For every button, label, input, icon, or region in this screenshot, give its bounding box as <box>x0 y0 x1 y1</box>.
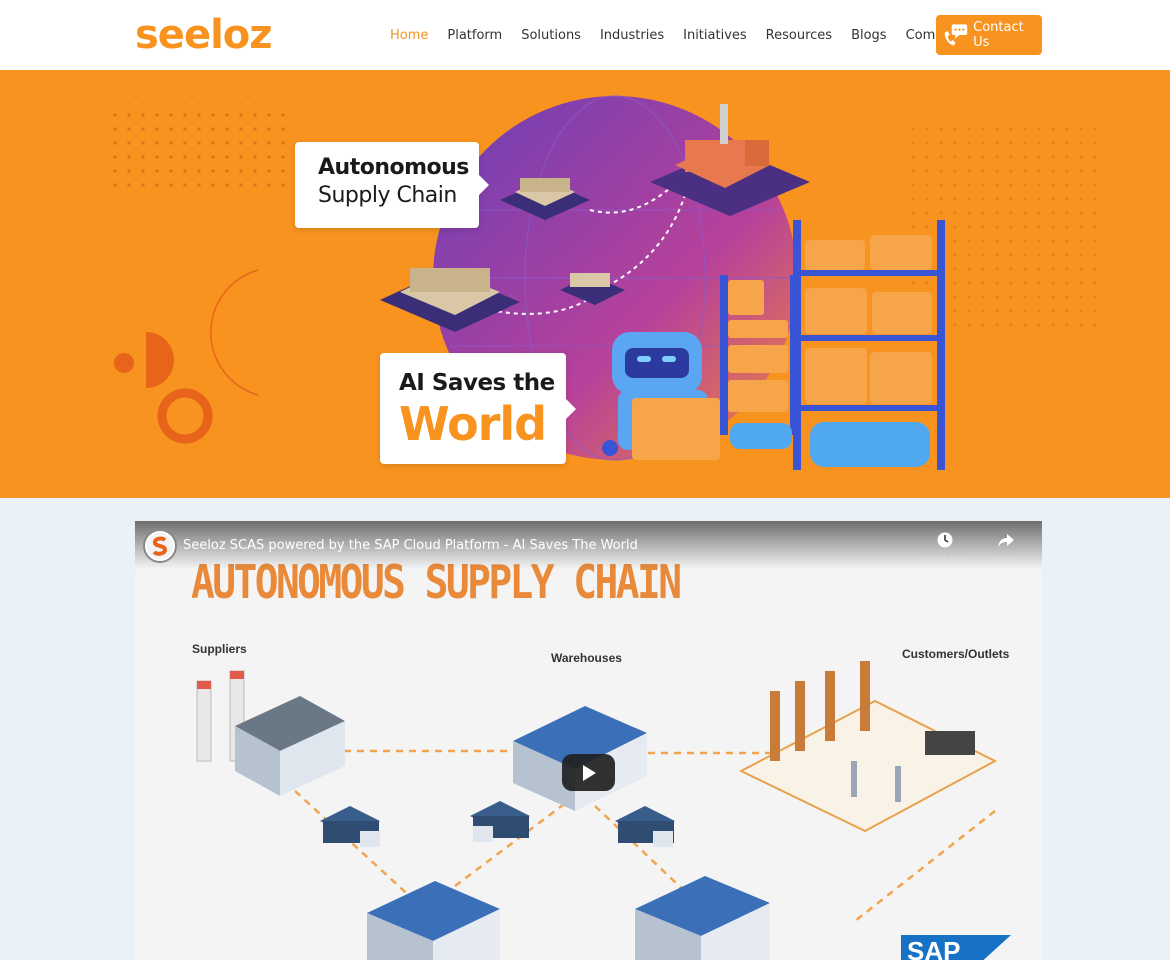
callout-autonomous-line1: Autonomous <box>318 155 469 180</box>
video-title[interactable]: Seeloz SCAS powered by the SAP Cloud Pla… <box>183 538 638 553</box>
video-top-bar: Seeloz SCAS powered by the SAP Cloud Pla… <box>135 521 1042 569</box>
video-embed[interactable]: AUTONOMOUS SUPPLY CHAIN Suppliers Wareho… <box>135 521 1042 960</box>
share-label: Share <box>993 556 1019 566</box>
share-icon <box>998 534 1014 547</box>
hero-banner: Autonomous Supply Chain AI Saves the Wor… <box>0 70 1170 498</box>
share-button[interactable]: Share <box>978 531 1034 566</box>
decor-half-circle <box>146 332 174 388</box>
clock-icon <box>937 532 953 548</box>
callout-autonomous: Autonomous Supply Chain <box>295 142 489 228</box>
nav-solutions[interactable]: Solutions <box>521 28 581 43</box>
seeloz-logo[interactable]: seeloz <box>135 12 273 58</box>
dot-grid-left <box>112 102 287 192</box>
channel-avatar[interactable] <box>143 529 177 563</box>
phone-chat-icon <box>944 24 968 46</box>
label-warehouses: Warehouses <box>551 651 622 665</box>
watch-later-button[interactable]: Watch later <box>917 531 973 566</box>
nav-home[interactable]: Home <box>390 28 428 43</box>
callout-ai-saves-line1: AI Saves the <box>399 370 555 396</box>
play-button[interactable] <box>562 754 615 791</box>
callout-ai-saves-line2: World <box>399 397 547 451</box>
site-header: seeloz Home Platform Solutions Industrie… <box>0 0 1170 70</box>
contact-us-label: Contact Us <box>973 20 1024 50</box>
nav-industries[interactable]: Industries <box>600 28 664 43</box>
label-customers: Customers/Outlets <box>902 647 1010 661</box>
nav-blogs[interactable]: Blogs <box>851 28 887 43</box>
decor-arc <box>210 269 259 396</box>
nav-initiatives[interactable]: Initiatives <box>683 28 747 43</box>
nav-platform[interactable]: Platform <box>447 28 502 43</box>
callout-autonomous-line2: Supply Chain <box>318 183 457 208</box>
label-suppliers: Suppliers <box>192 642 247 656</box>
callout-ai-saves: AI Saves the World <box>380 353 576 464</box>
main-nav: Home Platform Solutions Industries Initi… <box>390 0 986 70</box>
seeloz-s-icon <box>147 533 173 559</box>
nav-resources[interactable]: Resources <box>766 28 832 43</box>
decor-dot <box>114 353 134 373</box>
hero-illustration <box>112 95 1105 470</box>
contact-us-button[interactable]: Contact Us <box>936 15 1042 55</box>
decor-ring <box>157 388 213 444</box>
watch-later-label: Watch later <box>919 556 971 566</box>
